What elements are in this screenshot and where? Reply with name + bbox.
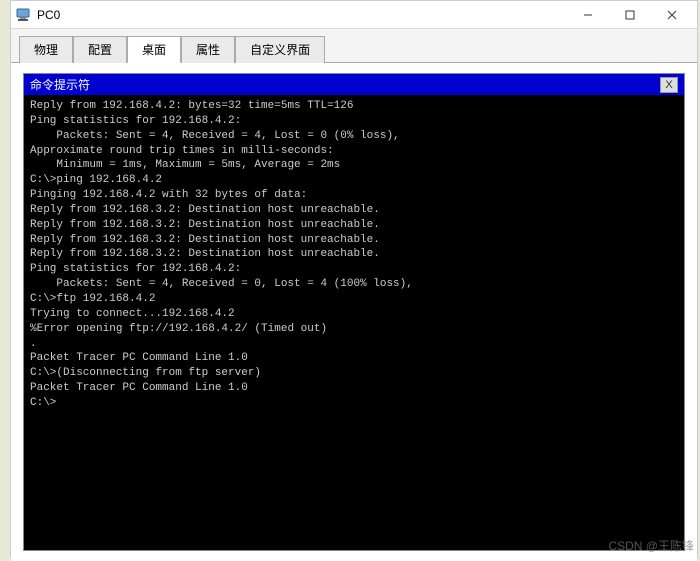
pc-icon: [15, 7, 31, 23]
terminal-line: %Error opening ftp://192.168.4.2/ (Timed…: [30, 322, 678, 337]
terminal-line: Trying to connect...192.168.4.2: [30, 307, 678, 322]
terminal-line: Ping statistics for 192.168.4.2:: [30, 262, 678, 277]
watermark: CSDN @王陈锋: [608, 537, 694, 554]
tab-custom-interface[interactable]: 自定义界面: [235, 36, 325, 63]
minimize-button[interactable]: [567, 2, 609, 28]
command-prompt-close-button[interactable]: X: [660, 77, 678, 93]
command-prompt-titlebar: 命令提示符 X: [24, 74, 684, 95]
tab-physical[interactable]: 物理: [19, 36, 73, 63]
tab-desktop[interactable]: 桌面: [127, 36, 181, 63]
terminal-line: Reply from 192.168.3.2: Destination host…: [30, 233, 678, 248]
terminal-line: .: [30, 337, 678, 352]
maximize-button[interactable]: [609, 2, 651, 28]
tab-config[interactable]: 配置: [73, 36, 127, 63]
app-window: PC0 物理 配置 桌面 属性 自定义界面 命令提示符 X Reply from…: [10, 0, 698, 558]
terminal-output[interactable]: Reply from 192.168.4.2: bytes=32 time=5m…: [24, 95, 684, 550]
terminal-line: Packets: Sent = 4, Received = 4, Lost = …: [30, 129, 678, 144]
tab-attributes[interactable]: 属性: [181, 36, 235, 63]
terminal-line: C:\>ftp 192.168.4.2: [30, 292, 678, 307]
terminal-line: Packet Tracer PC Command Line 1.0: [30, 381, 678, 396]
close-button[interactable]: [651, 2, 693, 28]
terminal-line: Pinging 192.168.4.2 with 32 bytes of dat…: [30, 188, 678, 203]
tabbar: 物理 配置 桌面 属性 自定义界面: [11, 29, 697, 63]
terminal-line: Approximate round trip times in milli-se…: [30, 144, 678, 159]
content-area: 命令提示符 X Reply from 192.168.4.2: bytes=32…: [11, 63, 697, 561]
terminal-line: Reply from 192.168.3.2: Destination host…: [30, 247, 678, 262]
terminal-line: Packets: Sent = 4, Received = 0, Lost = …: [30, 277, 678, 292]
terminal-line: Reply from 192.168.4.2: bytes=32 time=5m…: [30, 99, 678, 114]
terminal-line: Ping statistics for 192.168.4.2:: [30, 114, 678, 129]
window-title: PC0: [37, 8, 567, 22]
terminal-line: Packet Tracer PC Command Line 1.0: [30, 351, 678, 366]
terminal-line: Minimum = 1ms, Maximum = 5ms, Average = …: [30, 158, 678, 173]
terminal-line: Reply from 192.168.3.2: Destination host…: [30, 218, 678, 233]
command-prompt-window: 命令提示符 X Reply from 192.168.4.2: bytes=32…: [23, 73, 685, 551]
terminal-line: C:\>: [30, 396, 678, 411]
terminal-line: C:\>(Disconnecting from ftp server): [30, 366, 678, 381]
window-controls: [567, 2, 693, 28]
command-prompt-title: 命令提示符: [30, 76, 660, 93]
terminal-line: Reply from 192.168.3.2: Destination host…: [30, 203, 678, 218]
titlebar: PC0: [11, 1, 697, 29]
terminal-line: C:\>ping 192.168.4.2: [30, 173, 678, 188]
